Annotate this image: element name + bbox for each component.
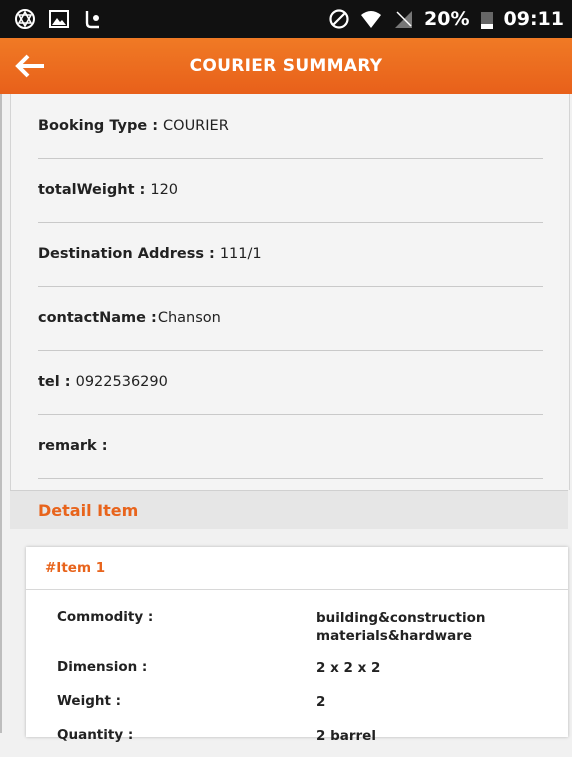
field-value: Chanson <box>157 310 221 326</box>
field-label: Destination Address : <box>38 246 215 262</box>
field-label: Booking Type : <box>38 118 159 134</box>
item-label: Weight : <box>57 693 122 709</box>
field-label: totalWeight : <box>38 182 146 198</box>
screen-edge <box>0 94 2 733</box>
field-value: 111/1 <box>219 246 262 262</box>
detail-title: Detail Item <box>38 500 139 520</box>
field-contact-name: contactName : Chanson <box>38 286 543 351</box>
field-tel: tel : 0922536290 <box>38 350 543 415</box>
page-title: COURIER SUMMARY <box>189 56 383 76</box>
status-right-icons: 20% 09:11 <box>328 8 564 30</box>
star-of-david-icon <box>15 9 35 29</box>
field-label: remark : <box>38 438 108 454</box>
item-value: 2 x 2 x 2 <box>316 660 381 676</box>
detail-section-header: Detail Item <box>10 490 568 529</box>
item-details: Commodity : building&construction materi… <box>57 609 557 757</box>
battery-percentage: 20% <box>424 8 470 30</box>
field-label: tel : <box>38 374 71 390</box>
do-not-disturb-icon <box>329 9 349 29</box>
status-bar: 20% 09:11 <box>0 0 572 38</box>
item-row-quantity: Quantity : 2 barrel <box>57 727 557 757</box>
arrow-left-icon <box>15 54 44 78</box>
booking-summary: Booking Type : COURIER totalWeight : 120… <box>10 94 570 490</box>
item-title: #Item 1 <box>45 560 106 576</box>
item-row-commodity: Commodity : building&construction materi… <box>57 609 557 659</box>
field-value: 0922536290 <box>75 374 168 390</box>
item-label: Dimension : <box>57 659 148 675</box>
item-label: Quantity : <box>57 727 134 743</box>
field-label: contactName : <box>38 310 157 326</box>
field-value: 120 <box>150 182 179 198</box>
drawing-app-icon <box>85 11 99 29</box>
mobile-signal-icon <box>395 11 413 28</box>
field-value: COURIER <box>163 118 229 134</box>
image-icon <box>49 10 69 28</box>
field-remark: remark : <box>38 414 543 479</box>
field-destination-address: Destination Address : 111/1 <box>38 222 543 287</box>
clock: 09:11 <box>503 8 564 30</box>
item-header: #Item 1 <box>26 547 568 590</box>
app-bar: COURIER SUMMARY <box>0 38 572 94</box>
item-label: Commodity : <box>57 609 154 625</box>
field-booking-type: Booking Type : COURIER <box>38 94 543 159</box>
status-left-icons <box>14 8 104 30</box>
item-row-weight: Weight : 2 <box>57 693 557 727</box>
item-value: building&construction materials&hardware <box>316 610 486 644</box>
back-button[interactable] <box>10 50 50 82</box>
wifi-icon <box>361 11 382 28</box>
item-value: 2 barrel <box>316 728 376 744</box>
item-row-dimension: Dimension : 2 x 2 x 2 <box>57 659 557 693</box>
item-card: #Item 1 Commodity : building&constructio… <box>26 547 568 744</box>
item-value: 2 <box>316 694 326 710</box>
field-total-weight: totalWeight : 120 <box>38 158 543 223</box>
battery-icon <box>480 12 493 29</box>
